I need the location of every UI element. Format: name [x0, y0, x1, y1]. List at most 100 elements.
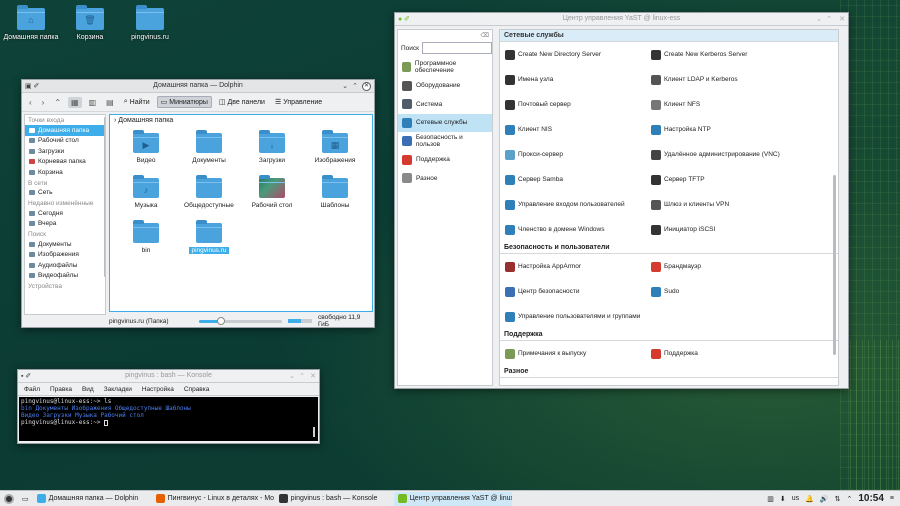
- search-input[interactable]: [422, 42, 493, 54]
- place-network[interactable]: Сеть: [25, 188, 105, 199]
- minimize-icon[interactable]: ⌄: [342, 82, 348, 90]
- file-view[interactable]: › Домашняя папка ▶ Видео Документы ↓ Загру…: [109, 114, 373, 312]
- desktop-icon-home[interactable]: ⌂ Домашняя папка: [0, 5, 62, 41]
- app-launcher-button[interactable]: [0, 492, 18, 506]
- minimize-icon[interactable]: ⌄: [816, 15, 822, 23]
- file-item-selected[interactable]: pingvinus.ru: [179, 220, 239, 254]
- taskbar-task[interactable]: pingvinus : bash — Konsole: [275, 492, 393, 506]
- category-item[interactable]: Оборудование: [398, 77, 492, 96]
- module-item[interactable]: Шлюз и клиенты VPN: [646, 192, 836, 217]
- details-view-icon[interactable]: ▥: [86, 97, 100, 108]
- module-item[interactable]: Удалённое администрирование (VNC): [646, 142, 836, 167]
- category-item[interactable]: Безопасность и пользов: [398, 132, 492, 151]
- module-item[interactable]: Примечания к выпуску: [500, 341, 646, 366]
- module-item[interactable]: Сервер Samba: [500, 167, 646, 192]
- show-desktop-button[interactable]: ▭: [19, 492, 32, 506]
- desktop-icon-trash[interactable]: 🗑 Корзина: [59, 5, 121, 41]
- place-today[interactable]: Сегодня: [25, 208, 105, 219]
- zoom-knob[interactable]: [217, 316, 226, 325]
- file-item[interactable]: ▶ Видео: [116, 130, 176, 164]
- back-icon[interactable]: ‹: [26, 97, 35, 108]
- yast-titlebar[interactable]: ● ✐ Центр управления YaST @ linux-ess ⌄ …: [395, 13, 848, 26]
- file-item[interactable]: Рабочий стол: [242, 175, 302, 209]
- desktop-icon-pingvinus[interactable]: pingvinus.ru: [119, 5, 181, 41]
- file-item[interactable]: Общедоступные: [179, 175, 239, 209]
- terminal-scrollbar[interactable]: [313, 427, 315, 437]
- category-item[interactable]: Программное обеспечение: [398, 58, 492, 77]
- module-item[interactable]: Почтовый сервер: [500, 92, 646, 117]
- module-item[interactable]: Сервер TFTP: [646, 167, 836, 192]
- module-item[interactable]: Sudo: [646, 279, 836, 304]
- module-item[interactable]: Управление пользователями и группами: [500, 304, 646, 329]
- taskbar-task[interactable]: Центр управления YaST @ linux-...: [393, 491, 512, 506]
- place-desktop[interactable]: Рабочий стол: [25, 136, 105, 147]
- module-item[interactable]: Настройка NTP: [646, 117, 836, 142]
- network-icon[interactable]: ⇅: [835, 495, 841, 503]
- module-item[interactable]: Имена узла: [500, 67, 646, 92]
- place-video[interactable]: Видеофайлы: [25, 271, 105, 282]
- category-item[interactable]: Сетевые службы: [398, 113, 492, 132]
- maximize-icon[interactable]: ⌃: [352, 82, 358, 90]
- clock[interactable]: 10:54: [858, 493, 884, 504]
- taskbar-task[interactable]: Домашняя папка — Dolphin: [33, 492, 151, 506]
- category-item[interactable]: Разное: [398, 169, 492, 188]
- forward-icon[interactable]: ›: [39, 97, 48, 108]
- minimize-icon[interactable]: ⌄: [289, 372, 295, 380]
- menu-view[interactable]: Вид: [82, 386, 94, 393]
- close-icon[interactable]: ✕: [839, 15, 845, 23]
- place-documents[interactable]: Документы: [25, 239, 105, 250]
- place-audio[interactable]: Аудиофайлы: [25, 260, 105, 271]
- place-home[interactable]: Домашняя папка: [25, 125, 105, 136]
- file-item[interactable]: ↓ Загрузки: [242, 130, 302, 164]
- volume-icon[interactable]: 🔊: [820, 495, 829, 503]
- terminal-output[interactable]: pingvinus@linux-ess:~> ls bin Документы …: [19, 397, 318, 441]
- place-yesterday[interactable]: Вчера: [25, 219, 105, 230]
- menu-help[interactable]: Справка: [184, 386, 210, 393]
- taskbar-task[interactable]: Пингвинус - Linux в деталях - Mo...: [152, 492, 274, 506]
- module-item[interactable]: Create New Kerberos Server: [646, 42, 836, 67]
- preview-button[interactable]: ▭ Миниатюры: [156, 96, 212, 108]
- clipboard-icon[interactable]: ▥: [767, 495, 774, 503]
- module-item[interactable]: Клиент NIS: [500, 117, 646, 142]
- place-downloads[interactable]: Загрузки: [25, 146, 105, 157]
- place-trash[interactable]: Корзина: [25, 167, 105, 178]
- control-button[interactable]: ☰ Управление: [272, 97, 325, 107]
- file-item[interactable]: ▦ Изображения: [305, 130, 365, 164]
- file-item[interactable]: bin: [116, 220, 176, 254]
- menu-settings[interactable]: Настройка: [142, 386, 174, 393]
- module-item[interactable]: Центр безопасности: [500, 279, 646, 304]
- module-item[interactable]: Брандмауэр: [646, 254, 836, 279]
- updates-icon[interactable]: ⬇: [780, 495, 786, 503]
- konsole-titlebar[interactable]: ▪ ✐ pingvinus : bash — Konsole ⌄ ⌃ ✕: [18, 370, 319, 383]
- zoom-slider[interactable]: [198, 316, 283, 325]
- breadcrumb[interactable]: › Домашняя папка: [110, 115, 372, 126]
- maximize-icon[interactable]: ⌃: [299, 372, 305, 380]
- place-images[interactable]: Изображения: [25, 250, 105, 261]
- clear-search-icon[interactable]: ⌫: [481, 32, 489, 39]
- module-item[interactable]: Клиент NFS: [646, 92, 836, 117]
- konsole-window[interactable]: ▪ ✐ pingvinus : bash — Konsole ⌄ ⌃ ✕ Фай…: [17, 369, 320, 444]
- places-scrollbar[interactable]: [104, 117, 105, 277]
- maximize-icon[interactable]: ⌃: [826, 15, 832, 23]
- place-root[interactable]: Корневая папка: [25, 157, 105, 168]
- module-item[interactable]: Инициатор iSCSI: [646, 217, 836, 242]
- module-item[interactable]: Create New Directory Server: [500, 42, 646, 67]
- module-item[interactable]: Членство в домене Windows: [500, 217, 646, 242]
- panel-config-icon[interactable]: ≡: [890, 495, 894, 502]
- split-button[interactable]: ◫ Две панели: [216, 97, 268, 107]
- module-item[interactable]: Управление входом пользователей: [500, 192, 646, 217]
- yast-window[interactable]: ● ✐ Центр управления YaST @ linux-ess ⌄ …: [394, 12, 849, 389]
- module-item[interactable]: Настройка AppArmor: [500, 254, 646, 279]
- file-item[interactable]: ♪ Музыка: [116, 175, 176, 209]
- menu-edit[interactable]: Правка: [50, 386, 72, 393]
- file-item[interactable]: Документы: [179, 130, 239, 164]
- menu-bookmarks[interactable]: Закладки: [104, 386, 132, 393]
- menu-file[interactable]: Файл: [24, 386, 40, 393]
- category-item[interactable]: Поддержка: [398, 151, 492, 170]
- category-item[interactable]: Система: [398, 95, 492, 114]
- close-icon[interactable]: ✕: [362, 82, 371, 91]
- module-scrollbar[interactable]: [833, 175, 836, 355]
- close-icon[interactable]: ✕: [310, 372, 316, 380]
- module-item[interactable]: Клиент LDAP и Kerberos: [646, 67, 836, 92]
- module-item[interactable]: Поддержка: [646, 341, 836, 366]
